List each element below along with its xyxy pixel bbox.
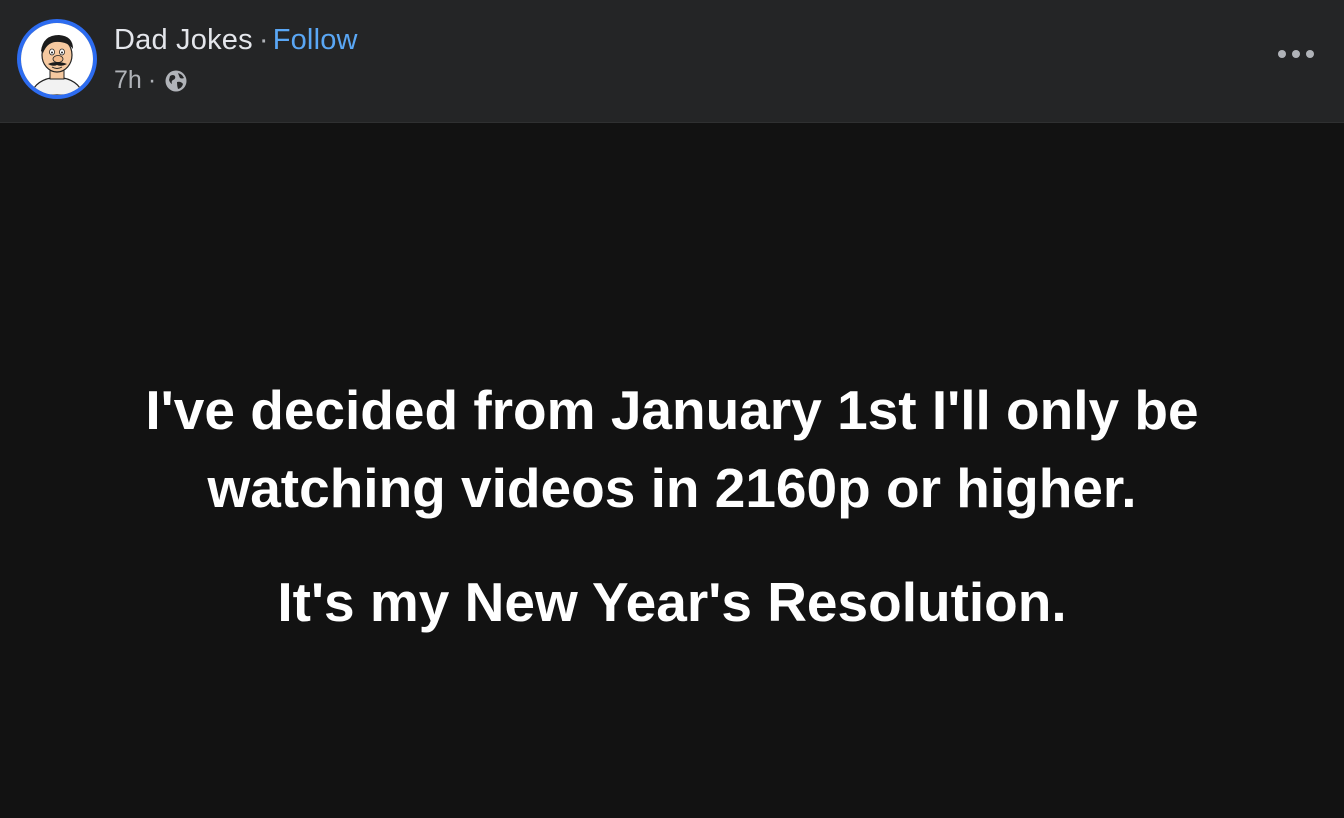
post-timestamp[interactable]: 7h <box>114 66 142 95</box>
follow-button[interactable]: Follow <box>273 24 358 56</box>
meta-separator: · <box>147 66 157 94</box>
post-content: I've decided from January 1st I'll only … <box>0 123 1344 818</box>
name-separator: · <box>258 24 269 56</box>
avatar-image <box>21 23 93 95</box>
cartoon-man-icon <box>21 23 93 95</box>
more-options-button[interactable] <box>1278 44 1314 64</box>
post-text-line: I've decided from January 1st I'll only … <box>145 379 1199 441</box>
post-meta: 7h · <box>114 66 188 95</box>
page-name[interactable]: Dad Jokes <box>114 24 253 56</box>
more-options-icon <box>1278 50 1286 58</box>
post-header: Dad Jokes · Follow 7h · <box>0 0 1344 123</box>
page-name-row: Dad Jokes · Follow <box>114 24 358 57</box>
globe-icon <box>165 70 187 91</box>
post-card: Dad Jokes · Follow 7h · I've decided from … <box>0 0 1344 818</box>
post-text-line: It's my New Year's Resolution. <box>277 571 1067 633</box>
avatar[interactable] <box>17 19 97 99</box>
post-text-line: watching videos in 2160p or higher. <box>207 457 1137 519</box>
